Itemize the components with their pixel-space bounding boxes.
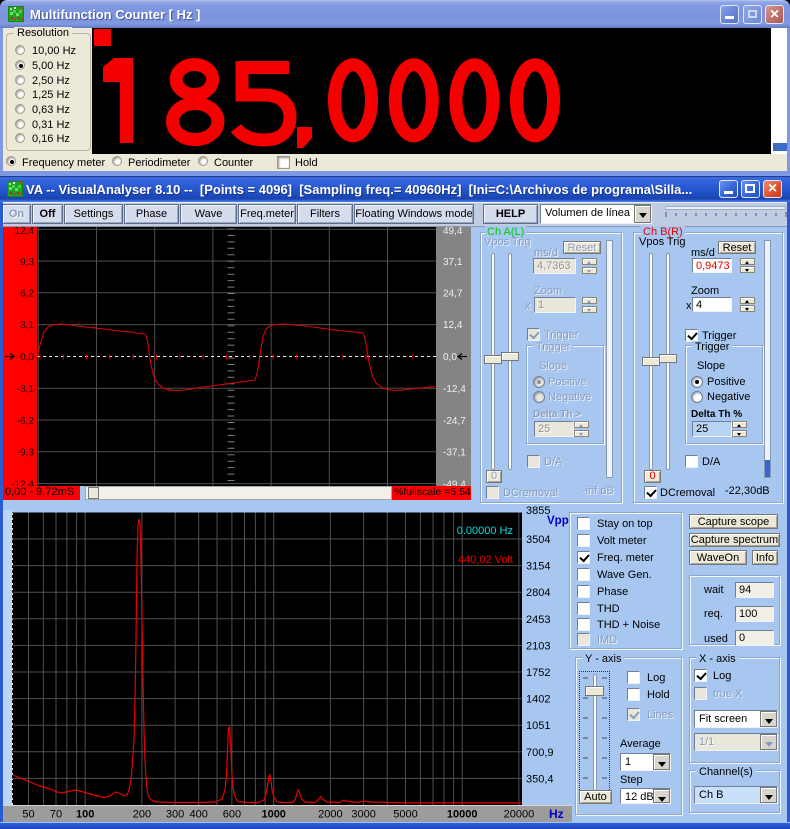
svg-text:1000: 1000 xyxy=(261,809,285,821)
svg-text:12,4: 12,4 xyxy=(443,320,463,331)
svg-text:24,7: 24,7 xyxy=(443,289,463,300)
svg-text:2000: 2000 xyxy=(318,809,342,821)
svg-text:2103: 2103 xyxy=(526,640,550,652)
svg-text:49,4: 49,4 xyxy=(443,227,463,237)
svg-text:3504: 3504 xyxy=(526,534,550,546)
svg-text:5000: 5000 xyxy=(393,809,417,821)
svg-text:9,3: 9,3 xyxy=(20,257,34,268)
svg-text:2453: 2453 xyxy=(526,614,550,626)
svg-text:-24,7: -24,7 xyxy=(443,416,466,427)
svg-text:1752: 1752 xyxy=(526,667,550,679)
svg-text:6,2: 6,2 xyxy=(20,289,34,300)
svg-text:3000: 3000 xyxy=(351,809,375,821)
svg-text:Hz: Hz xyxy=(549,807,564,821)
svg-text:100: 100 xyxy=(76,809,94,821)
svg-text:1051: 1051 xyxy=(526,720,550,732)
svg-text:-9,3: -9,3 xyxy=(17,448,35,459)
svg-text:10000: 10000 xyxy=(447,809,478,821)
svg-text:50: 50 xyxy=(22,809,34,821)
svg-text:3,1: 3,1 xyxy=(20,320,34,331)
svg-text:200: 200 xyxy=(133,809,151,821)
svg-text:700,9: 700,9 xyxy=(526,747,554,759)
svg-text:1402: 1402 xyxy=(526,694,550,706)
svg-text:-6,2: -6,2 xyxy=(17,416,35,427)
svg-text:0,0: 0,0 xyxy=(443,352,457,363)
svg-text:600: 600 xyxy=(223,809,241,821)
svg-text:-3,1: -3,1 xyxy=(17,384,35,395)
svg-text:37,1: 37,1 xyxy=(443,257,463,268)
svg-text:0.00000 Hz: 0.00000 Hz xyxy=(457,525,513,537)
svg-text:2804: 2804 xyxy=(526,587,550,599)
svg-text:Vpp: Vpp xyxy=(547,515,569,527)
svg-text:-37,1: -37,1 xyxy=(443,448,466,459)
svg-text:70: 70 xyxy=(50,809,62,821)
svg-text:20000: 20000 xyxy=(504,809,535,821)
svg-text:400: 400 xyxy=(190,809,208,821)
svg-text:-12,4: -12,4 xyxy=(443,384,466,395)
svg-text:3154: 3154 xyxy=(526,561,550,573)
svg-text:12,4: 12,4 xyxy=(15,227,35,237)
svg-text:300: 300 xyxy=(166,809,184,821)
svg-text:440,02 Volt: 440,02 Volt xyxy=(458,554,513,566)
svg-text:350,4: 350,4 xyxy=(526,773,554,785)
svg-text:0,0: 0,0 xyxy=(20,352,34,363)
